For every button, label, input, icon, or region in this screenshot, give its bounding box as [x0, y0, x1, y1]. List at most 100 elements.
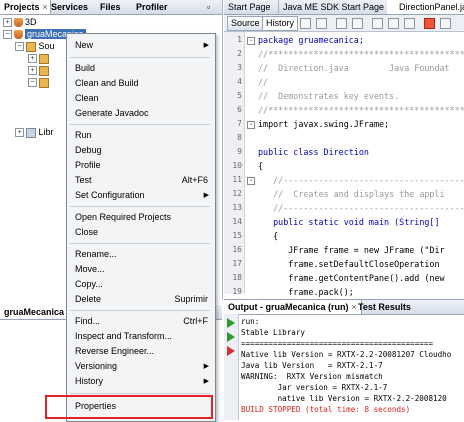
record-macro-icon[interactable]: [424, 18, 435, 29]
menu-item-run[interactable]: Run: [66, 128, 214, 143]
menu-item-debug[interactable]: Debug: [66, 143, 214, 158]
menu-item-label: Clean: [75, 93, 99, 103]
output-sidebar: [224, 314, 239, 420]
shift-left-icon[interactable]: [388, 18, 399, 29]
menu-item-label: History: [75, 376, 104, 386]
menu-item-clean[interactable]: Clean: [66, 91, 214, 106]
tab-navigator[interactable]: gruaMecanica: [0, 305, 70, 319]
menu-item-set-configuration[interactable]: Set Configuration ▶: [66, 188, 214, 203]
line-number: 15: [232, 231, 242, 240]
tree-item-libraries[interactable]: + Libr: [15, 126, 54, 138]
code-line: //--------------------------------------…: [258, 175, 464, 185]
library-icon: [26, 127, 36, 138]
menu-item-shortcut: Alt+F6: [181, 175, 208, 185]
line-number: 16: [232, 245, 242, 254]
collapse-icon[interactable]: −: [3, 30, 12, 40]
menu-item-versioning[interactable]: Versioning ▶: [66, 359, 214, 374]
menu-item-label: Copy...: [75, 279, 103, 289]
menu-item-copy[interactable]: Copy...: [66, 277, 214, 292]
tab-start-page[interactable]: Start Page: [224, 0, 279, 14]
minimize-icon[interactable]: ▫: [203, 0, 214, 14]
line-number: 5: [237, 91, 242, 100]
menu-item-clean-build[interactable]: Clean and Build: [66, 76, 214, 91]
menu-item-reverse-engineer[interactable]: Reverse Engineer...: [66, 344, 214, 359]
code-line: package gruamecanica;: [258, 35, 364, 45]
rerun-different-icon[interactable]: [227, 332, 235, 342]
bookmark-icon[interactable]: [372, 18, 383, 29]
tree-item-package[interactable]: +: [28, 52, 49, 64]
menu-item-label: Profile: [75, 160, 101, 170]
output-line: Stable Library: [241, 328, 306, 337]
fold-icon[interactable]: −: [247, 37, 255, 45]
menu-item-label: Clean and Build: [75, 78, 139, 88]
line-number: 13: [232, 203, 242, 212]
tab-directionpanel[interactable]: DirectionPanel.ja: [387, 0, 464, 14]
tab-profiler[interactable]: Profiler: [132, 0, 172, 14]
line-number: 8: [237, 133, 242, 142]
menu-item-label: Find...: [75, 316, 101, 326]
code-line: // Demonstrates key events.: [258, 91, 400, 101]
collapse-icon[interactable]: −: [28, 78, 37, 88]
menu-item-inspect-transform[interactable]: Inspect and Transform...: [66, 329, 214, 344]
fold-icon[interactable]: −: [247, 121, 255, 129]
menu-item-delete[interactable]: Delete Suprimir: [66, 292, 214, 307]
expand-icon[interactable]: +: [28, 66, 37, 76]
tab-test-results[interactable]: Test Results: [354, 300, 415, 314]
menu-item-new[interactable]: New ▶: [66, 38, 214, 53]
history-button[interactable]: History: [262, 16, 299, 31]
menu-separator: [70, 124, 210, 125]
fold-icon[interactable]: −: [247, 177, 255, 185]
line-number: 1: [237, 35, 242, 44]
menu-item-history[interactable]: History ▶: [66, 374, 214, 389]
code-line: frame.getContentPane().add (new: [258, 273, 445, 283]
tree-item-3d[interactable]: +3D: [3, 16, 37, 28]
menu-item-close[interactable]: Close: [66, 225, 214, 240]
menu-item-javadoc[interactable]: Generate Javadoc: [66, 106, 214, 121]
editor-toolbar: Source History: [224, 15, 464, 32]
expand-icon[interactable]: +: [3, 18, 12, 28]
expand-icon[interactable]: +: [28, 54, 37, 64]
output-line: Java lib Version = RXTX-2.1-7: [241, 361, 383, 370]
menu-item-profile[interactable]: Profile: [66, 158, 214, 173]
tab-projects-label: Projects: [4, 2, 40, 12]
forward-icon[interactable]: [316, 18, 327, 29]
tree-item-package[interactable]: −: [28, 76, 49, 88]
tab-java-me-start[interactable]: Java ME SDK Start Page: [279, 0, 392, 14]
find-icon[interactable]: [336, 18, 347, 29]
editor-tabbar: Start Page Java ME SDK Start Page Direct…: [224, 0, 464, 15]
menu-item-open-required[interactable]: Open Required Projects: [66, 210, 214, 225]
tree-item-package[interactable]: +: [28, 64, 49, 76]
line-number: 3: [237, 63, 242, 72]
menu-item-move[interactable]: Move...: [66, 262, 214, 277]
menu-separator: [70, 393, 210, 394]
expand-icon[interactable]: +: [15, 128, 24, 138]
tab-output[interactable]: Output - gruaMecanica (run) ×: [224, 300, 362, 314]
code-line: // Creates and displays the appli: [258, 189, 445, 199]
menu-item-build[interactable]: Build: [66, 61, 214, 76]
tab-projects[interactable]: Projects ×: [0, 0, 51, 14]
comment-icon[interactable]: [440, 18, 451, 29]
line-number: 6: [237, 105, 242, 114]
source-button[interactable]: Source: [227, 16, 264, 31]
toggle-icon[interactable]: [352, 18, 363, 29]
rerun-icon[interactable]: [227, 318, 235, 328]
menu-item-rename[interactable]: Rename...: [66, 247, 214, 262]
menu-item-find[interactable]: Find... Ctrl+F: [66, 314, 214, 329]
back-icon[interactable]: [300, 18, 311, 29]
projects-tabbar: Projects × Services Files Profiler ▫: [0, 0, 222, 15]
tree-item-source-packages[interactable]: − Sou: [15, 40, 55, 52]
code-line: public class Direction: [258, 147, 369, 157]
collapse-icon[interactable]: −: [15, 42, 24, 52]
menu-item-test[interactable]: Test Alt+F6: [66, 173, 214, 188]
code-line: frame.setDefaultCloseOperation: [258, 259, 440, 269]
menu-item-shortcut: Suprimir: [174, 294, 208, 304]
output-line: WARNING: RXTX Version mismatch: [241, 372, 383, 381]
output-line-error: BUILD STOPPED (total time: 8 seconds): [241, 405, 411, 414]
shift-right-icon[interactable]: [404, 18, 415, 29]
stop-icon[interactable]: [227, 346, 235, 356]
tab-services[interactable]: Services: [47, 0, 92, 14]
properties-highlight-box: [45, 395, 213, 419]
menu-separator: [70, 243, 210, 244]
submenu-arrow-icon: ▶: [203, 42, 209, 49]
tab-files[interactable]: Files: [96, 0, 125, 14]
